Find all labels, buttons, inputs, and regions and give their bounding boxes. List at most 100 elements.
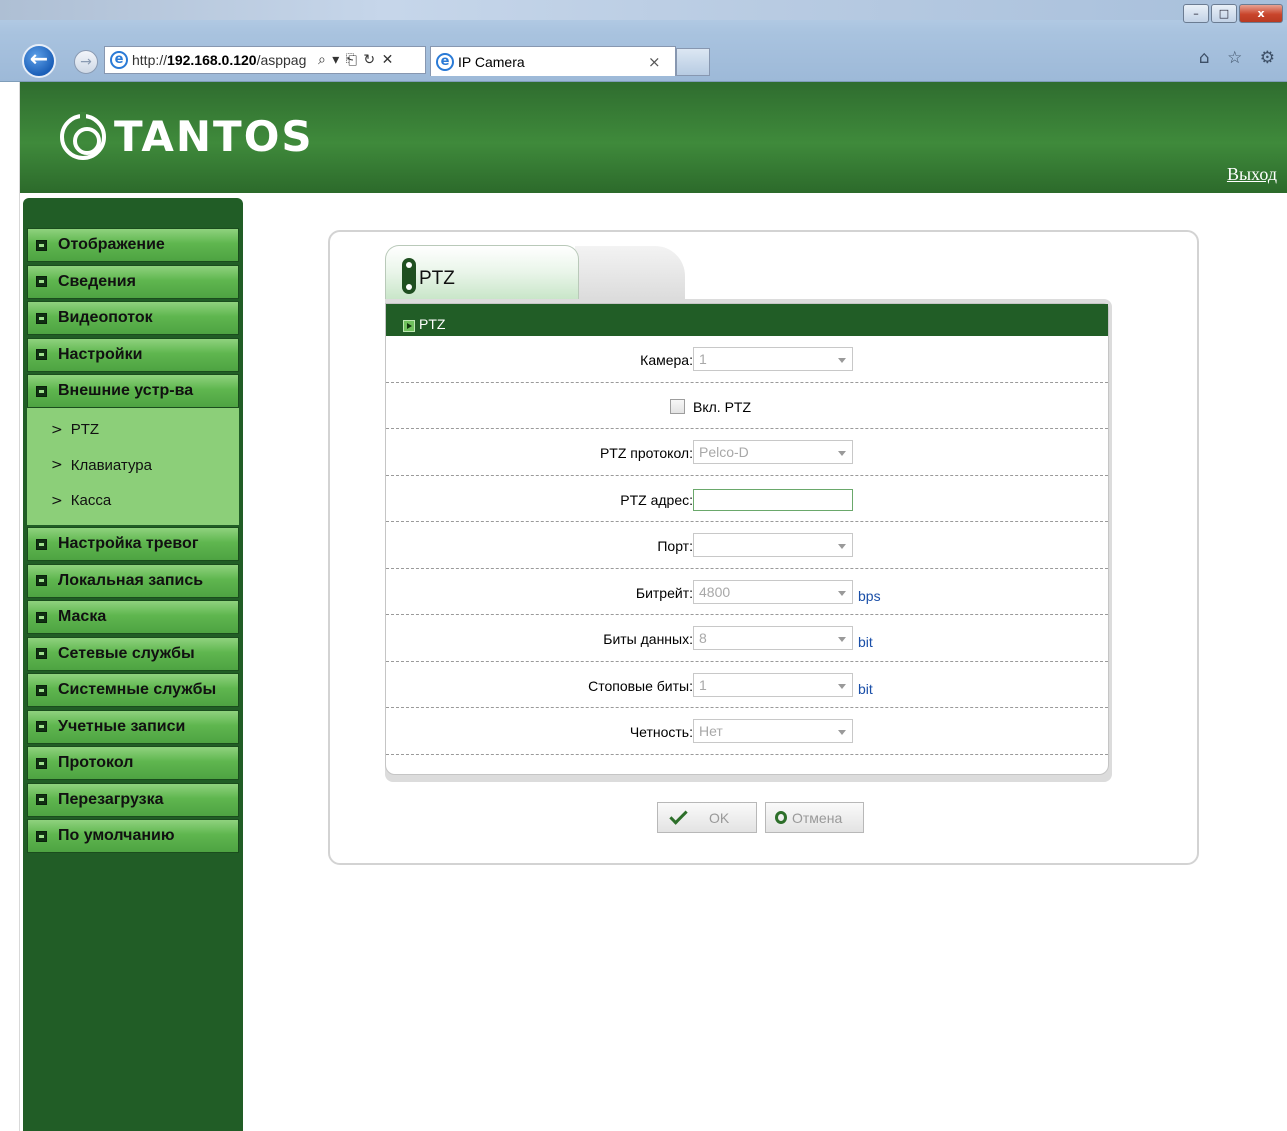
chevron-down-icon <box>838 590 846 596</box>
menu-bullet-icon <box>36 830 47 842</box>
port-select[interactable] <box>693 533 853 557</box>
menu-bullet-icon <box>36 385 47 397</box>
submenu-item-cash-register[interactable]: > Касса <box>27 483 239 519</box>
submenu-external-devices: > PTZ > Клавиатура > Касса <box>27 408 239 525</box>
close-window-button[interactable]: x <box>1239 4 1283 23</box>
chevron-right-icon: > <box>51 457 63 474</box>
menu-bullet-icon <box>36 721 47 732</box>
ptz-address-label: PTZ адрес: <box>620 491 693 508</box>
port-label: Порт: <box>657 538 693 554</box>
stop-bits-unit: bit <box>858 680 873 697</box>
sidebar-item-info[interactable]: Сведения <box>27 264 239 299</box>
ie-logo-icon: e <box>436 52 454 71</box>
ptz-form-container: PTZ Камера: 1 Вкл. PTZ PTZ протокол: Pel… <box>385 299 1112 782</box>
sidebar-item-video-stream[interactable]: Видеопоток <box>27 301 239 335</box>
browser-tab[interactable]: e IP Camera × <box>430 46 676 76</box>
chevron-right-icon: > <box>51 492 63 509</box>
sidebar-item-defaults[interactable]: По умолчанию <box>27 819 239 853</box>
home-favorites-settings-icons[interactable]: ⌂ ☆ ⚙ <box>1199 48 1281 68</box>
camera-select[interactable]: 1 <box>693 347 853 371</box>
ie-logo-icon: e <box>110 51 128 69</box>
site-header: TANTOS Выход <box>20 82 1287 193</box>
chevron-down-icon <box>838 451 846 456</box>
ok-button[interactable]: OK <box>657 802 757 833</box>
stop-bits-label: Стоповые биты: <box>588 677 693 694</box>
chevron-right-icon: > <box>51 421 63 438</box>
row-parity: Четность: Нет <box>386 708 1108 755</box>
submenu-item-ptz[interactable]: > PTZ <box>27 412 239 448</box>
sidebar-item-alarm-settings[interactable]: Настройка тревог <box>27 527 239 561</box>
menu-bullet-icon <box>36 276 47 287</box>
menu-bullet-icon <box>36 538 47 550</box>
play-bullet-icon <box>403 320 415 332</box>
tab-close-icon[interactable]: × <box>648 53 661 71</box>
sidebar-item-reboot[interactable]: Перезагрузка <box>27 782 239 817</box>
row-port: Порт: <box>386 522 1108 569</box>
row-data-bits: Биты данных: 8 bit <box>386 615 1108 662</box>
row-ptz-protocol: PTZ протокол: Pelco-D <box>386 429 1108 476</box>
sidebar: Отображение Сведения Видеопоток Настройк… <box>23 198 243 1131</box>
logo-text: TANTOS <box>114 112 314 161</box>
tab-background <box>575 246 685 299</box>
ptz-protocol-label: PTZ протокол: <box>599 445 693 461</box>
back-arrow-icon[interactable]: ← <box>22 44 56 78</box>
address-bar[interactable]: e http://192.168.0.120/asppag ⌕ ▾ ⎗ ↻ ✕ <box>104 46 426 74</box>
camera-label: Камера: <box>640 352 693 368</box>
sidebar-item-mask[interactable]: Маска <box>27 600 239 634</box>
menu-bullet-icon <box>36 794 47 805</box>
bitrate-select[interactable]: 4800 <box>693 579 853 604</box>
sidebar-item-system-services[interactable]: Системные службы <box>27 673 239 707</box>
maximize-button[interactable]: □ <box>1211 4 1237 23</box>
page-left-border <box>0 82 20 1131</box>
chevron-down-icon <box>838 730 846 735</box>
parity-label: Четность: <box>629 724 693 740</box>
row-enable-ptz: Вкл. PTZ <box>386 383 1108 429</box>
forward-arrow-icon[interactable]: → <box>74 50 98 74</box>
menu-bullet-icon <box>36 648 47 659</box>
logout-link[interactable]: Выход <box>1227 164 1277 185</box>
address-tools-icons[interactable]: ⌕ ▾ ⎗ ↻ ✕ <box>318 52 394 68</box>
data-bits-unit: bit <box>858 634 873 650</box>
checkmark-icon <box>669 806 688 825</box>
ptz-address-input[interactable] <box>693 488 853 511</box>
menu-bullet-icon <box>36 611 47 623</box>
section-header: PTZ <box>386 304 1108 336</box>
sidebar-item-local-recording[interactable]: Локальная запись <box>27 563 239 598</box>
row-bitrate: Битрейт: 4800 bps <box>386 569 1108 615</box>
sidebar-item-external-devices[interactable]: Внешние устр-ва <box>27 374 239 408</box>
data-bits-label: Биты данных: <box>603 631 693 647</box>
chevron-down-icon <box>838 358 846 363</box>
minimize-button[interactable]: – <box>1183 4 1209 23</box>
chevron-down-icon <box>838 544 846 549</box>
chevron-down-icon <box>838 683 846 689</box>
sidebar-item-settings[interactable]: Настройки <box>27 337 239 372</box>
parity-select[interactable]: Нет <box>693 719 853 743</box>
stop-bits-select[interactable]: 1 <box>693 672 853 697</box>
bitrate-label: Битрейт: <box>635 584 693 601</box>
submenu-item-keyboard[interactable]: > Клавиатура <box>27 448 239 484</box>
cancel-circle-icon <box>775 811 787 824</box>
tab-indicator-icon <box>402 258 416 294</box>
address-url[interactable]: http://192.168.0.120/asppag <box>132 52 314 68</box>
data-bits-select[interactable]: 8 <box>693 626 853 650</box>
menu-bullet-icon <box>36 349 47 360</box>
sidebar-item-network-services[interactable]: Сетевые службы <box>27 636 239 671</box>
new-tab-button[interactable] <box>676 48 710 76</box>
row-ptz-address: PTZ адрес: <box>386 476 1108 522</box>
title-bar <box>0 0 1287 20</box>
sidebar-item-log[interactable]: Протокол <box>27 746 239 780</box>
row-stop-bits: Стоповые биты: 1 bit <box>386 662 1108 708</box>
menu-bullet-icon <box>36 684 47 696</box>
enable-ptz-label: Вкл. PTZ <box>693 398 752 415</box>
row-camera: Камера: 1 <box>386 336 1108 383</box>
menu-bullet-icon <box>36 239 47 251</box>
sidebar-menu: Отображение Сведения Видеопоток Настройк… <box>27 228 239 856</box>
ptz-protocol-select[interactable]: Pelco-D <box>693 440 853 464</box>
tab-ptz[interactable]: PTZ <box>385 245 579 299</box>
cancel-button[interactable]: Отмена <box>765 802 864 833</box>
ptz-form: PTZ Камера: 1 Вкл. PTZ PTZ протокол: Pel… <box>385 303 1109 775</box>
bitrate-unit: bps <box>858 587 881 604</box>
sidebar-item-accounts[interactable]: Учетные записи <box>27 709 239 744</box>
enable-ptz-checkbox[interactable] <box>670 398 685 414</box>
sidebar-item-display[interactable]: Отображение <box>27 228 239 262</box>
